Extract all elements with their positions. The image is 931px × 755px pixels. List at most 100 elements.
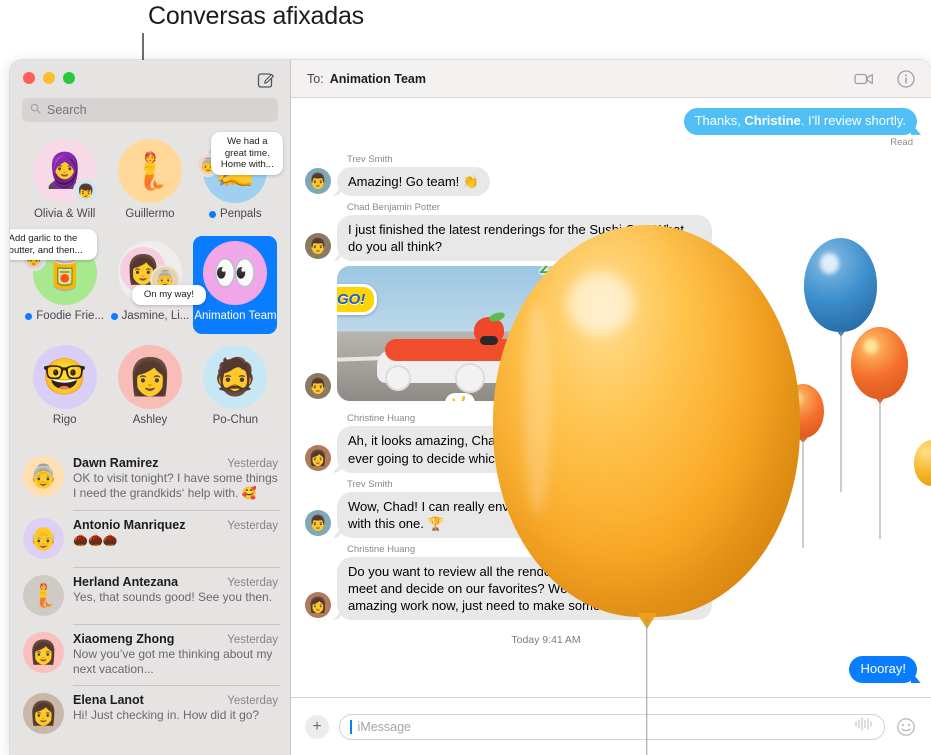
avatar: 👀 xyxy=(203,241,268,305)
pinned-item-ashley[interactable]: 👩 Ashley xyxy=(108,340,192,438)
pinned-tapback-bubble: On my way! xyxy=(131,285,206,305)
avatar: 👩 xyxy=(23,693,64,735)
message-text: Do you want to review all the renders to… xyxy=(348,563,690,614)
image-attachment[interactable]: GO! Z⬇ 🤟 xyxy=(337,266,605,402)
search-wrapper: Search xyxy=(10,98,290,122)
messages-window: Search 🧕 👦 Olivia & Will 🧜 Guillermo 👵 W… xyxy=(10,60,931,755)
message-input[interactable]: iMessage xyxy=(339,713,885,740)
avatar: 👨 xyxy=(305,233,331,260)
avatar: 👨 xyxy=(305,509,331,536)
pinned-item-jasmine-li[interactable]: 👩 👵 On my way! Jasmine, Li... xyxy=(108,236,206,334)
message-composer: + iMessage xyxy=(291,697,931,755)
sidebar-titlebar xyxy=(10,60,290,98)
message-sender-name: Christine Huang xyxy=(347,543,416,555)
chat-pane: To: Animation Team Thanks, Christine. I’… xyxy=(291,60,931,755)
list-item-body: Dawn Ramirez Yesterday OK to visit tonig… xyxy=(73,456,278,502)
list-item-body: Elena Lanot Yesterday Hi! Just checking … xyxy=(73,693,278,734)
message-text: Wow, Chad! I can really envision us taki… xyxy=(348,498,689,531)
minimize-button[interactable] xyxy=(43,72,55,84)
message-preview: Yes, that sounds good! See you then. xyxy=(73,589,273,604)
unread-indicator-dot xyxy=(25,312,33,320)
avatar: 🧔 xyxy=(203,345,268,409)
message-input-placeholder: iMessage xyxy=(357,719,412,734)
message-sender-name: Trev Smith xyxy=(347,478,393,490)
pinned-conversations-row2: 🤓 Rigo 👩 Ashley 🧔 Po-Chun xyxy=(10,338,290,442)
message-row-incoming: 👩 Ah, it looks amazing, Chad. I love it … xyxy=(305,426,917,473)
pinned-label-text: Guillermo xyxy=(125,208,175,220)
list-item-body: Antonio Manriquez Yesterday 🌰🌰🌰 xyxy=(73,518,278,559)
window-controls[interactable] xyxy=(23,72,75,84)
unread-indicator-dot xyxy=(110,312,118,320)
pinned-item-label: Jasmine, Li... xyxy=(110,310,189,322)
read-receipt: Read xyxy=(890,136,913,148)
list-item[interactable]: 👩 Xiaomeng Zhong Yesterday Now you’ve go… xyxy=(10,623,290,686)
search-input[interactable]: Search xyxy=(22,98,278,122)
message-bubble-outgoing[interactable]: Thanks, Christine. I’ll review shortly. xyxy=(683,108,917,135)
list-item-header: Herland Antezana Yesterday xyxy=(73,575,278,589)
pinned-item-label: Guillermo xyxy=(125,208,174,220)
video-camera-icon[interactable] xyxy=(853,68,875,90)
pinned-item-olivia-will[interactable]: 🧕 👦 Olivia & Will xyxy=(23,134,107,232)
list-item[interactable]: 👴 Antonio Manriquez Yesterday 🌰🌰🌰 xyxy=(10,509,290,567)
plus-icon[interactable]: + xyxy=(305,714,329,739)
pinned-item-label: Ashley xyxy=(133,414,168,426)
message-bubble-incoming[interactable]: Wow, Chad! I can really envision us taki… xyxy=(337,491,719,538)
mini-avatar: 👦 xyxy=(72,178,99,204)
pinned-item-penpals[interactable]: ✍️ 👵 We had a great time. Home with... P… xyxy=(193,132,284,232)
pinned-label-text: Po-Chun xyxy=(212,414,259,426)
message-thread: Thanks, Christine. I’ll review shortly. … xyxy=(291,98,931,697)
pinned-item-po-chun[interactable]: 🧔 Po-Chun xyxy=(193,340,277,438)
pinned-item-foodie-friends[interactable]: 🥫 👨 Add garlic to the butter, and then..… xyxy=(10,229,107,334)
list-item[interactable]: 👵 Dawn Ramirez Yesterday OK to visit ton… xyxy=(10,448,290,510)
pinned-label-text: Penpals xyxy=(220,208,262,220)
avatar: 👩 xyxy=(23,631,64,673)
conversation-list: 👵 Dawn Ramirez Yesterday OK to visit ton… xyxy=(10,442,290,742)
message-text: I just finished the latest renderings fo… xyxy=(348,222,685,255)
timestamp: Yesterday xyxy=(227,695,278,708)
sticker-go: GO! xyxy=(337,284,378,316)
conversation-timestamp: Today 9:41 AM xyxy=(511,634,581,647)
pinned-label-text: Foodie Frie... xyxy=(36,310,105,322)
message-bubble-incoming[interactable]: Do you want to review all the renders to… xyxy=(337,556,712,621)
list-item[interactable]: 👩 Elena Lanot Yesterday Hi! Just checkin… xyxy=(10,685,290,742)
close-button[interactable] xyxy=(23,72,35,84)
pinned-item-guillermo[interactable]: 🧜 Guillermo xyxy=(108,134,192,232)
message-row-image: 👨 GO! Z⬇ xyxy=(305,266,917,402)
message-sender-name: Chad Benjamin Potter xyxy=(347,202,440,214)
message-bubble-incoming[interactable]: I just finished the latest renderings fo… xyxy=(337,215,712,262)
avatar: ✍️ 👵 We had a great time. Home with... xyxy=(196,132,284,203)
avatar: 👨 xyxy=(305,373,331,400)
message-bubble-incoming[interactable]: Ah, it looks amazing, Chad. I love it so… xyxy=(337,426,719,473)
info-icon[interactable] xyxy=(895,68,917,90)
message-row-incoming: 👨 I just finished the latest renderings … xyxy=(305,215,917,262)
emoji-smiley-icon[interactable] xyxy=(895,716,917,738)
chat-header: To: Animation Team xyxy=(291,60,931,98)
pinned-item-label: Po-Chun xyxy=(213,414,258,426)
avatar: 👩 xyxy=(305,444,331,471)
callout-label: Conversas afixadas xyxy=(148,2,364,30)
contact-name: Xiaomeng Zhong xyxy=(73,631,175,646)
pinned-item-label: Olivia & Will xyxy=(34,208,95,220)
compose-icon[interactable] xyxy=(256,70,276,90)
zoom-button[interactable] xyxy=(63,72,75,84)
message-text: Amazing! Go team! 👏 xyxy=(348,173,480,189)
pinned-item-label: Rigo xyxy=(53,414,77,426)
avatar: 👩 👵 On my way! xyxy=(117,241,206,305)
message-bubble-outgoing-effect[interactable]: Hooray! xyxy=(849,656,917,684)
pinned-item-label: Penpals xyxy=(209,208,262,220)
list-item-header: Antonio Manriquez Yesterday xyxy=(73,518,278,532)
timestamp: Yesterday xyxy=(227,633,278,646)
list-item[interactable]: 🧜 Herland Antezana Yesterday Yes, that s… xyxy=(10,566,290,624)
pinned-label-text: Rigo xyxy=(52,414,77,426)
pinned-item-animation-team[interactable]: 👀 Animation Team xyxy=(193,236,278,334)
pinned-label-text: Animation Team xyxy=(194,310,277,322)
audio-waveform-icon[interactable] xyxy=(854,717,874,736)
message-preview: Now you’ve got me thinking about my next… xyxy=(73,646,273,677)
message-bubble-incoming[interactable]: Amazing! Go team! 👏 xyxy=(337,166,491,197)
avatar: 🤓 xyxy=(32,345,97,409)
message-preview: OK to visit tonight? I have some things … xyxy=(73,471,278,501)
avatar: 👩 xyxy=(305,592,331,619)
pinned-item-rigo[interactable]: 🤓 Rigo xyxy=(23,340,107,438)
list-item-header: Xiaomeng Zhong Yesterday xyxy=(73,632,278,646)
pinned-label-text: Olivia & Will xyxy=(33,208,96,220)
